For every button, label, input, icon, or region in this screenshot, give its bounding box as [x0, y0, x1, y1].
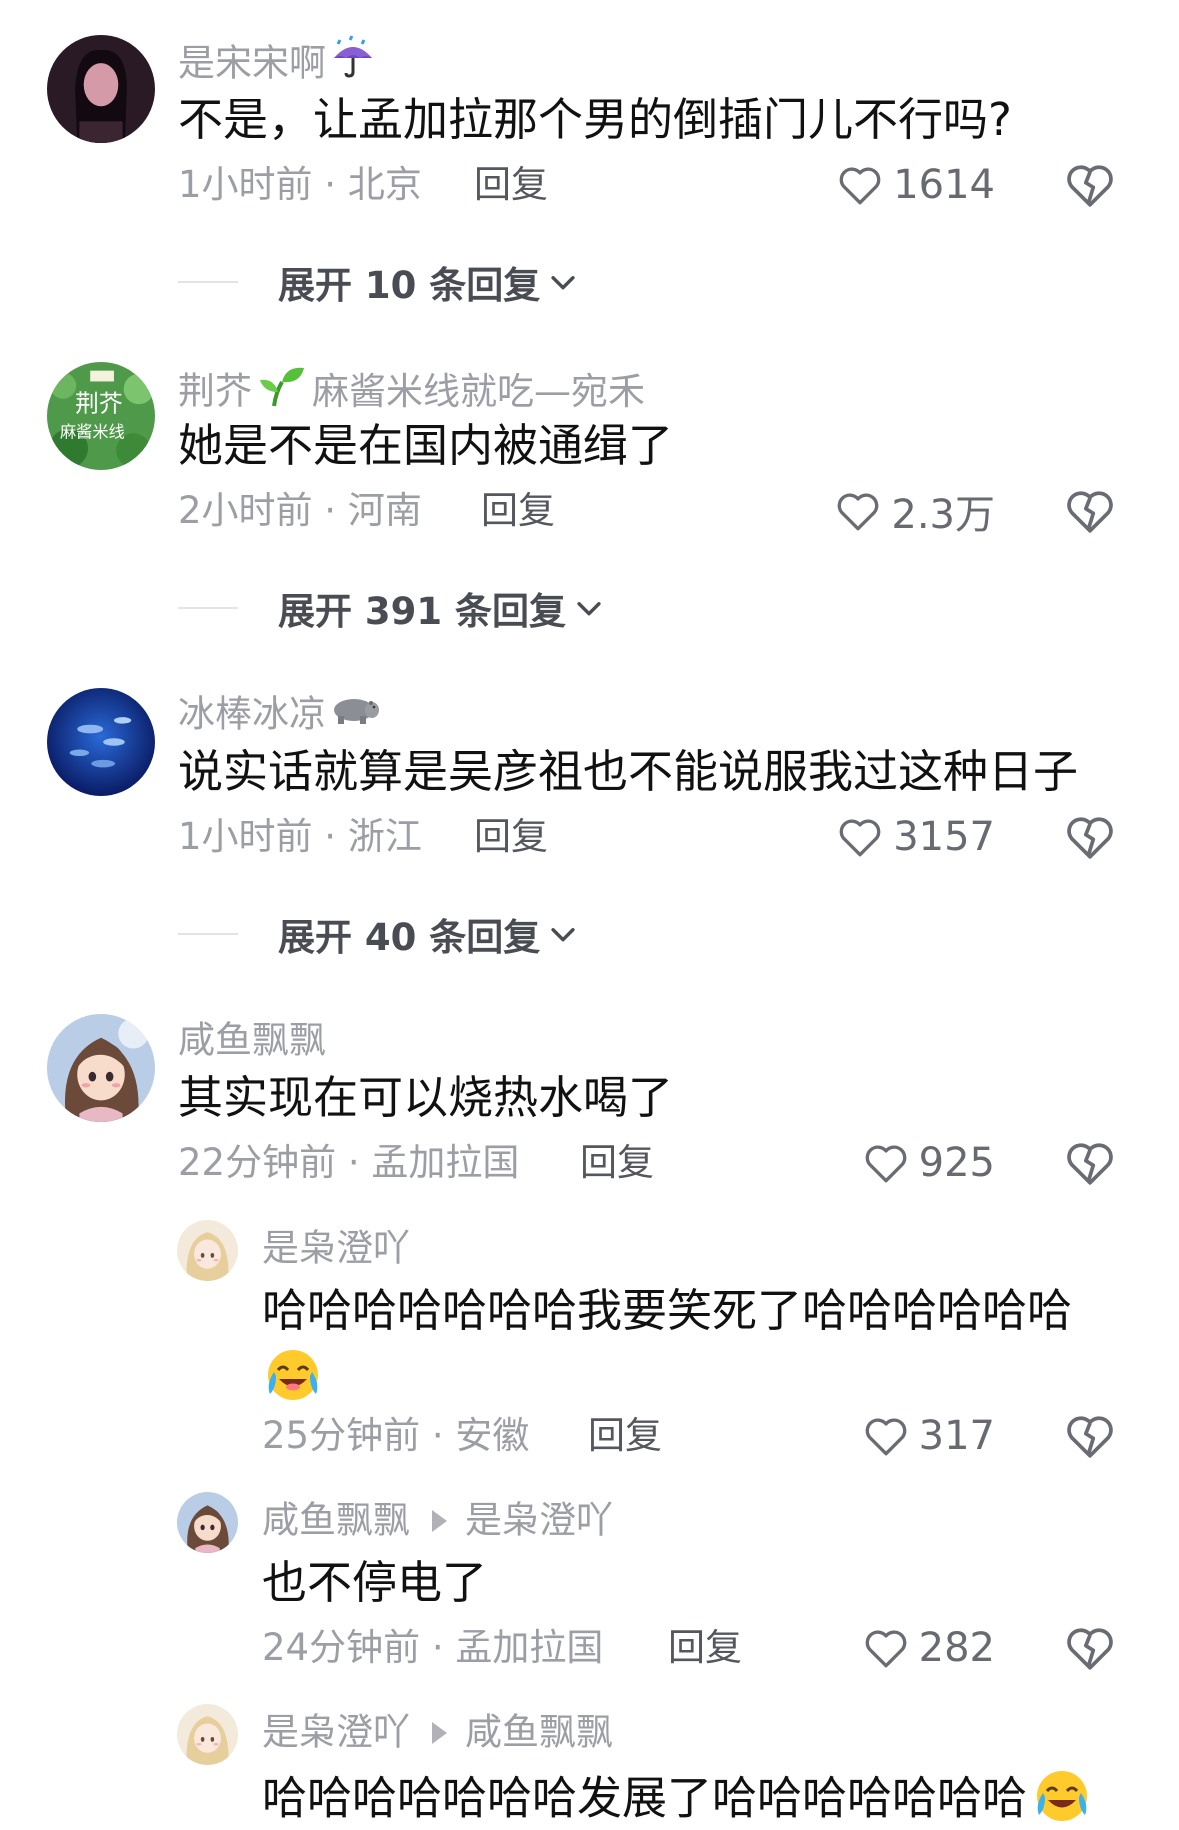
- divider: [178, 607, 238, 609]
- avatar[interactable]: 荆芥 麻酱米线: [47, 362, 155, 470]
- reply-button[interactable]: 回复: [474, 812, 548, 862]
- avatar[interactable]: [47, 35, 155, 143]
- divider: [178, 281, 238, 283]
- expand-replies-label: 展开 40 条回复: [278, 916, 541, 959]
- heart-icon: [865, 1145, 906, 1183]
- comment-username[interactable]: 是宋宋啊: [178, 42, 326, 85]
- comment-meta: 22分钟前 · 孟加拉国: [178, 1141, 520, 1184]
- heart-icon: [839, 167, 881, 205]
- expand-replies-button[interactable]: 展开 10 条回复: [178, 252, 580, 312]
- comment-username-row[interactable]: 冰棒冰凉: [178, 688, 380, 738]
- hippo-icon: [330, 688, 380, 741]
- reply-meta: 25分钟前 · 安徽: [262, 1414, 530, 1457]
- broken-heart-icon: [1067, 1143, 1113, 1185]
- avatar[interactable]: [47, 688, 155, 796]
- like-button[interactable]: 317: [765, 1406, 995, 1466]
- like-count: 2.3万: [891, 492, 995, 538]
- reply-arrow-icon: [432, 1721, 447, 1744]
- dislike-button[interactable]: [1062, 157, 1118, 213]
- comment-meta: 1小时前 · 浙江: [178, 815, 422, 858]
- reply-to-username[interactable]: 是枭澄吖: [465, 1499, 613, 1542]
- comment-username[interactable]: 冰棒冰凉: [178, 693, 326, 736]
- like-count: 3157: [893, 814, 995, 860]
- reply-text-row: 哈哈哈哈哈哈哈发展了哈哈哈哈哈哈哈: [262, 1765, 1091, 1830]
- like-count: 282: [918, 1625, 995, 1671]
- heart-icon: [865, 1418, 906, 1456]
- comment-username[interactable]: 咸鱼飘飘: [178, 1019, 326, 1062]
- reply-button[interactable]: 回复: [481, 486, 555, 536]
- reply-button[interactable]: 回复: [588, 1411, 662, 1461]
- avatar-text: 麻酱米线: [60, 423, 125, 442]
- reply-button[interactable]: 回复: [668, 1623, 742, 1673]
- reply-text: 哈哈哈哈哈哈哈发展了哈哈哈哈哈哈哈: [262, 1771, 1028, 1825]
- reply-username[interactable]: 是枭澄吖: [262, 1711, 410, 1754]
- comment-meta: 1小时前 · 北京: [178, 163, 422, 206]
- heart-icon: [839, 819, 881, 857]
- like-button[interactable]: 282: [765, 1618, 995, 1678]
- loudly-crying-laughing-icon: [264, 1344, 322, 1406]
- reply-button[interactable]: 回复: [580, 1138, 654, 1188]
- chevron-down-icon: [577, 602, 601, 616]
- heart-icon: [865, 1630, 906, 1668]
- like-count: 1614: [893, 162, 995, 208]
- heart-icon: [838, 493, 879, 531]
- avatar[interactable]: [177, 1492, 238, 1553]
- reply-meta: 24分钟前 · 孟加拉国: [262, 1626, 604, 1669]
- reply-text: 哈哈哈哈哈哈哈我要笑死了哈哈哈哈哈哈: [262, 1284, 1073, 1337]
- avatar[interactable]: [177, 1220, 238, 1281]
- reply-username-row[interactable]: 是枭澄吖: [262, 1222, 410, 1272]
- dislike-button[interactable]: [1062, 483, 1118, 539]
- broken-heart-icon: [1067, 491, 1113, 533]
- dislike-button[interactable]: [1062, 809, 1118, 865]
- like-button[interactable]: 925: [765, 1133, 995, 1193]
- avatar[interactable]: [177, 1704, 238, 1765]
- chevron-down-icon: [551, 928, 575, 942]
- comment-username-row[interactable]: 咸鱼飘飘: [178, 1014, 326, 1064]
- chevron-down-icon: [551, 276, 575, 290]
- reply-username[interactable]: 是枭澄吖: [262, 1227, 410, 1270]
- avatar-text: 荆芥: [75, 390, 123, 418]
- comment-username[interactable]: 荆芥: [178, 370, 252, 413]
- broken-heart-icon: [1067, 165, 1113, 207]
- like-button[interactable]: 3157: [765, 807, 995, 867]
- broken-heart-icon: [1067, 1628, 1113, 1670]
- seedling-icon: [256, 362, 306, 421]
- expand-replies-label: 展开 10 条回复: [278, 264, 541, 307]
- like-count: 317: [918, 1413, 995, 1459]
- comment-text: 不是，让孟加拉那个男的倒插门儿不行吗?: [178, 93, 1012, 146]
- like-button[interactable]: 2.3万: [765, 481, 995, 541]
- broken-heart-icon: [1067, 1416, 1113, 1458]
- expand-replies-label: 展开 391 条回复: [278, 590, 566, 633]
- expand-replies-button[interactable]: 展开 40 条回复: [178, 904, 580, 964]
- comment-username-row[interactable]: 是宋宋啊: [178, 34, 376, 85]
- like-count: 925: [918, 1140, 995, 1186]
- reply-arrow-icon: [432, 1509, 447, 1532]
- reply-button[interactable]: 回复: [474, 160, 548, 210]
- comment-meta: 2小时前 · 河南: [178, 489, 422, 532]
- broken-heart-icon: [1067, 817, 1113, 859]
- avatar[interactable]: [47, 1014, 155, 1122]
- reply-to-username[interactable]: 咸鱼飘飘: [465, 1711, 613, 1754]
- expand-replies-button[interactable]: 展开 391 条回复: [178, 578, 606, 638]
- like-button[interactable]: 1614: [765, 155, 995, 215]
- comment-text: 说实话就算是吴彦祖也不能说服我过这种日子: [178, 745, 1079, 798]
- reply-username[interactable]: 咸鱼飘飘: [262, 1499, 410, 1542]
- divider: [178, 933, 238, 935]
- reply-username-row[interactable]: 是枭澄吖 咸鱼飘飘: [262, 1706, 613, 1756]
- dislike-button[interactable]: [1062, 1408, 1118, 1464]
- reply-username-row[interactable]: 咸鱼飘飘 是枭澄吖: [262, 1494, 613, 1544]
- umbrella-with-rain-icon: [330, 34, 376, 93]
- comment-text: 其实现在可以烧热水喝了: [178, 1071, 674, 1124]
- loudly-crying-laughing-icon: [1033, 1765, 1091, 1830]
- comment-list: 是宋宋啊 不是，让孟加拉那个男的倒插门儿不行吗? 1小时前 · 北京 回复 16…: [0, 0, 1179, 1830]
- comment-text: 她是不是在国内被通缉了: [178, 419, 674, 472]
- reply-text: 也不停电了: [262, 1556, 488, 1609]
- dislike-button[interactable]: [1062, 1620, 1118, 1676]
- dislike-button[interactable]: [1062, 1135, 1118, 1191]
- comment-username-row[interactable]: 荆芥 麻酱米线就吃—宛禾: [178, 362, 645, 413]
- comment-username-suffix: 麻酱米线就吃—宛禾: [312, 369, 645, 413]
